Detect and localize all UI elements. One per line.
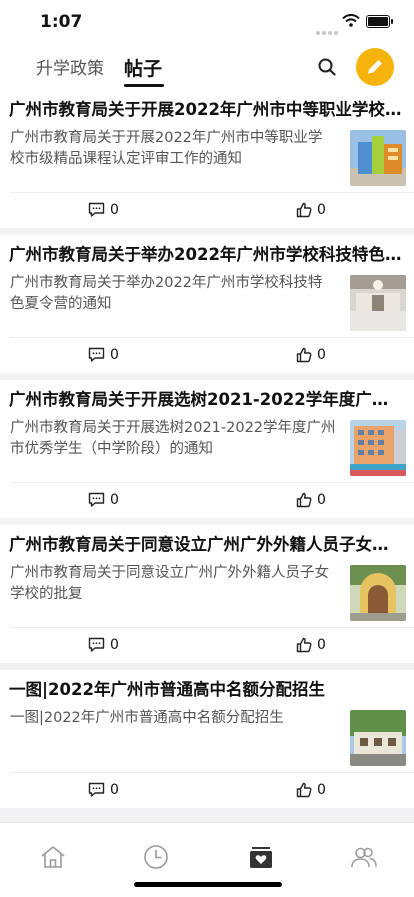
- comment-count[interactable]: 0: [88, 637, 119, 653]
- post-summary: 一图|2022年广州市普通高中名额分配招生: [10, 710, 284, 726]
- home-icon[interactable]: [39, 843, 67, 871]
- post-title: 广州市教育局关于举办2022年广州市学校科技特色夏令营的通知: [9, 245, 403, 264]
- pencil-icon: [367, 60, 382, 75]
- active-tab-indicator: [124, 84, 164, 87]
- like-count[interactable]: 0: [296, 492, 326, 508]
- like-count-value: 0: [317, 637, 326, 653]
- divider: [10, 482, 414, 483]
- thumbs-up-icon: [296, 782, 312, 798]
- comment-count[interactable]: 0: [88, 202, 119, 218]
- post-thumbnail: [350, 130, 406, 186]
- comment-count-value: 0: [110, 492, 119, 508]
- post-card[interactable]: 广州市教育局关于开展选树2021-2022学年度广州市优秀学生（中学阶段）的通知…: [0, 380, 414, 518]
- post-title: 广州市教育局关于同意设立广州广外外籍人员子女学校的批复: [9, 535, 403, 554]
- post-thumbnail: [350, 710, 406, 766]
- post-card[interactable]: 广州市教育局关于同意设立广州广外外籍人员子女学校的批复 广州市教育局关于同意设立…: [0, 525, 414, 663]
- like-count-value: 0: [317, 492, 326, 508]
- heart-box-icon[interactable]: [247, 843, 275, 871]
- top-nav: 升学政策 帖子: [0, 44, 414, 90]
- like-count[interactable]: 0: [296, 637, 326, 653]
- comment-count-value: 0: [110, 202, 119, 218]
- comment-icon: [88, 637, 105, 652]
- comment-count-value: 0: [110, 782, 119, 798]
- like-count[interactable]: 0: [296, 782, 326, 798]
- comment-count-value: 0: [110, 637, 119, 653]
- comment-icon: [88, 347, 105, 362]
- divider: [10, 772, 414, 773]
- wifi-icon: [342, 14, 360, 27]
- comment-count[interactable]: 0: [88, 782, 119, 798]
- post-card[interactable]: 广州市教育局关于举办2022年广州市学校科技特色夏令营的通知 广州市教育局关于举…: [0, 235, 414, 373]
- post-thumbnail: [350, 420, 406, 476]
- post-summary: 广州市教育局关于同意设立广州广外外籍人员子女学校的批复: [10, 565, 329, 602]
- people-icon[interactable]: [350, 843, 378, 871]
- post-thumbnail: [350, 275, 406, 331]
- thumbs-up-icon: [296, 637, 312, 653]
- post-summary: 广州市教育局关于开展2022年广州市中等职业学校市级精品课程认定评审工作的通知: [10, 130, 323, 167]
- clock-icon[interactable]: [142, 843, 170, 871]
- like-count[interactable]: 0: [296, 347, 326, 363]
- battery-icon: [366, 15, 393, 28]
- thumbs-up-icon: [296, 347, 312, 363]
- divider: [10, 337, 414, 338]
- comment-count[interactable]: 0: [88, 492, 119, 508]
- like-count-value: 0: [317, 347, 326, 363]
- like-count-value: 0: [317, 202, 326, 218]
- post-title: 一图|2022年广州市普通高中名额分配招生: [9, 680, 325, 699]
- thumbs-up-icon: [296, 492, 312, 508]
- post-thumbnail: [350, 565, 406, 621]
- tab-posts[interactable]: 帖子: [124, 54, 162, 81]
- post-card[interactable]: 广州市教育局关于开展2022年广州市中等职业学校市级精品课程认定评审工作的通知 …: [0, 90, 414, 228]
- status-bar: 1:07: [0, 0, 414, 44]
- cellular-signal-icon: [316, 20, 340, 39]
- comment-count-value: 0: [110, 347, 119, 363]
- post-summary: 广州市教育局关于举办2022年广州市学校科技特色夏令营的通知: [10, 275, 323, 312]
- post-title: 广州市教育局关于开展2022年广州市中等职业学校市级精品课程认定评审工作的通知: [9, 100, 403, 119]
- status-time: 1:07: [40, 12, 83, 32]
- home-indicator[interactable]: [134, 882, 282, 887]
- search-icon[interactable]: [316, 56, 338, 78]
- comment-icon: [88, 492, 105, 507]
- post-list: 广州市教育局关于开展2022年广州市中等职业学校市级精品课程认定评审工作的通知 …: [0, 90, 414, 815]
- comment-icon: [88, 202, 105, 217]
- comment-count[interactable]: 0: [88, 347, 119, 363]
- like-count-value: 0: [317, 782, 326, 798]
- tab-admission-policy[interactable]: 升学政策: [36, 54, 104, 79]
- comment-icon: [88, 782, 105, 797]
- post-title: 广州市教育局关于开展选树2021-2022学年度广州市优秀学生（中学阶段）的通知: [9, 390, 403, 409]
- post-card[interactable]: 一图|2022年广州市普通高中名额分配招生 一图|2022年广州市普通高中名额分…: [0, 670, 414, 808]
- like-count[interactable]: 0: [296, 202, 326, 218]
- compose-button[interactable]: [356, 48, 394, 86]
- post-summary: 广州市教育局关于开展选树2021-2022学年度广州市优秀学生（中学阶段）的通知: [10, 420, 336, 457]
- divider: [10, 627, 414, 628]
- divider: [10, 192, 414, 193]
- thumbs-up-icon: [296, 202, 312, 218]
